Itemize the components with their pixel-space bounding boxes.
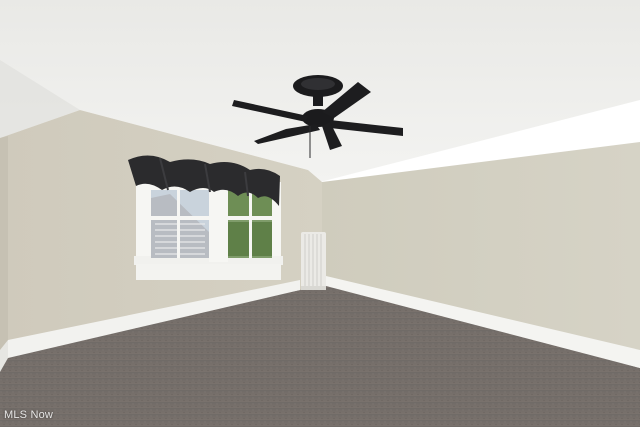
radiator <box>301 232 326 290</box>
room-illustration <box>0 0 640 427</box>
room-photo: MLS Now <box>0 0 640 427</box>
fan-downrod <box>313 92 323 106</box>
left-corner-wall <box>0 136 8 360</box>
mls-watermark: MLS Now <box>4 409 54 421</box>
window-sill-bottom <box>136 264 281 280</box>
